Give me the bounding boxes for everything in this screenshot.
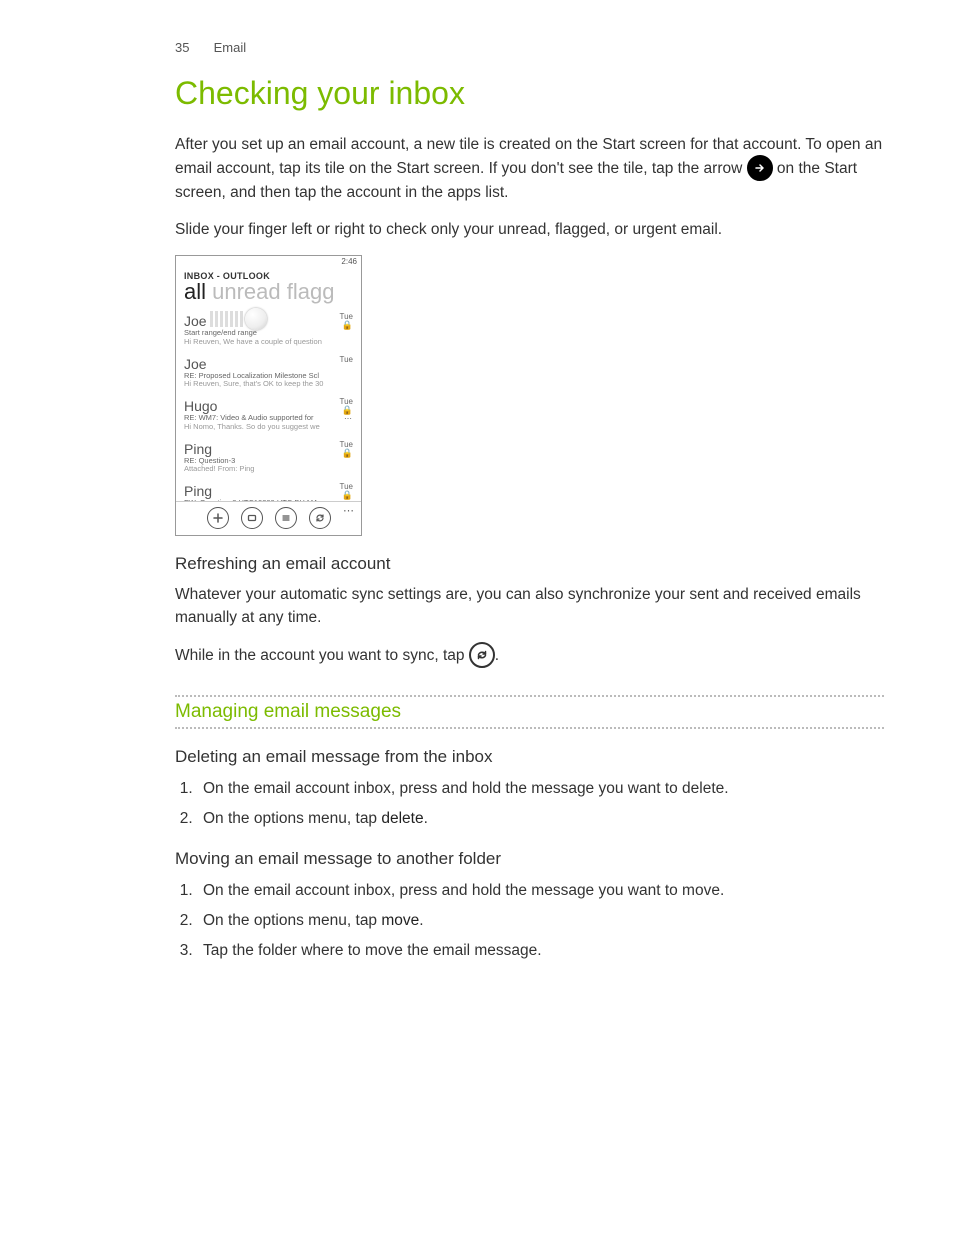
moving-steps: On the email account inbox, press and ho…	[197, 879, 884, 963]
document-page: 35 Email Checking your inbox After you s…	[0, 0, 954, 1235]
message-item[interactable]: PingRE: Question-3Attached! From: PingTu…	[184, 435, 353, 478]
intro-paragraph: After you set up an email account, a new…	[175, 134, 884, 205]
page-title: Checking your inbox	[175, 75, 884, 112]
message-meta: Tue🔒	[340, 441, 354, 458]
inbox-header: INBOX - OUTLOOK all unread flagg	[176, 266, 361, 307]
select-icon[interactable]	[241, 507, 263, 529]
refreshing-body: Whatever your automatic sync settings ar…	[175, 584, 884, 629]
sync-inline-icon	[469, 642, 495, 668]
message-meta: Tue🔒⋯	[340, 398, 354, 423]
message-preview: Hi Nomo, Thanks. So do you suggest we	[184, 423, 353, 431]
menu-term: move	[381, 912, 419, 929]
refreshing-heading: Refreshing an email account	[175, 554, 884, 574]
menu-term: delete	[381, 810, 423, 827]
message-meta: Tue🔒⋯	[340, 483, 354, 501]
page-number: 35	[175, 40, 210, 55]
message-item[interactable]: PingFW: Question-2 HTC10200 HTC BH MATue…	[184, 477, 353, 501]
app-bar: ⋯	[176, 501, 361, 535]
section-name: Email	[214, 40, 247, 55]
arrow-right-icon	[747, 155, 773, 181]
managing-heading: Managing email messages	[175, 695, 884, 729]
more-icon[interactable]: ⋯	[343, 504, 355, 517]
slide-instruction: Slide your finger left or right to check…	[175, 219, 884, 241]
step-item: On the email account inbox, press and ho…	[197, 879, 884, 903]
new-mail-icon[interactable]	[207, 507, 229, 529]
message-from: Hugo	[184, 398, 353, 414]
message-from: Ping	[184, 441, 353, 457]
step-item: Tap the folder where to move the email m…	[197, 939, 884, 963]
attachment-icon: 🔒	[340, 449, 354, 458]
message-item[interactable]: JoeStart range/end rangeHi Reuven, We ha…	[184, 307, 353, 350]
pivot-rest[interactable]: unread flagg	[206, 279, 334, 304]
tap-text-pre: While in the account you want to sync, t…	[175, 647, 469, 664]
message-meta: Tue	[340, 356, 354, 364]
message-meta: Tue🔒	[340, 313, 354, 330]
pivot-all[interactable]: all	[184, 279, 206, 304]
moving-heading: Moving an email message to another folde…	[175, 849, 884, 869]
deleting-steps: On the email account inbox, press and ho…	[197, 777, 884, 831]
deleting-heading: Deleting an email message from the inbox	[175, 747, 884, 767]
step-item: On the options menu, tap delete.	[197, 807, 884, 831]
message-item[interactable]: JoeRE: Proposed Localization Milestone S…	[184, 350, 353, 393]
step-item: On the email account inbox, press and ho…	[197, 777, 884, 801]
message-day: Tue	[340, 356, 354, 364]
message-from: Ping	[184, 483, 353, 499]
page-header: 35 Email	[175, 40, 884, 55]
message-preview: Hi Reuven, We have a couple of question	[184, 338, 353, 346]
step-item: On the options menu, tap move.	[197, 909, 884, 933]
refreshing-tap: While in the account you want to sync, t…	[175, 643, 884, 669]
status-bar-clock: 2:46	[176, 256, 361, 266]
more-indicator: ⋯	[340, 415, 354, 423]
attachment-icon: 🔒	[340, 321, 354, 330]
swipe-indicator	[210, 308, 267, 330]
message-list[interactable]: JoeStart range/end rangeHi Reuven, We ha…	[176, 307, 361, 501]
sync-icon[interactable]	[309, 507, 331, 529]
folders-icon[interactable]	[275, 507, 297, 529]
inbox-screenshot: 2:46 INBOX - OUTLOOK all unread flagg Jo…	[175, 255, 362, 536]
pivot-tabs[interactable]: all unread flagg	[184, 279, 353, 305]
message-preview: Hi Reuven, Sure, that's OK to keep the 3…	[184, 380, 353, 388]
message-item[interactable]: HugoRE: WM7: Video & Audio supported for…	[184, 392, 353, 435]
swipe-knob-icon	[245, 308, 267, 330]
message-preview: Attached! From: Ping	[184, 465, 353, 473]
message-from: Joe	[184, 356, 353, 372]
tap-text-post: .	[495, 647, 499, 664]
